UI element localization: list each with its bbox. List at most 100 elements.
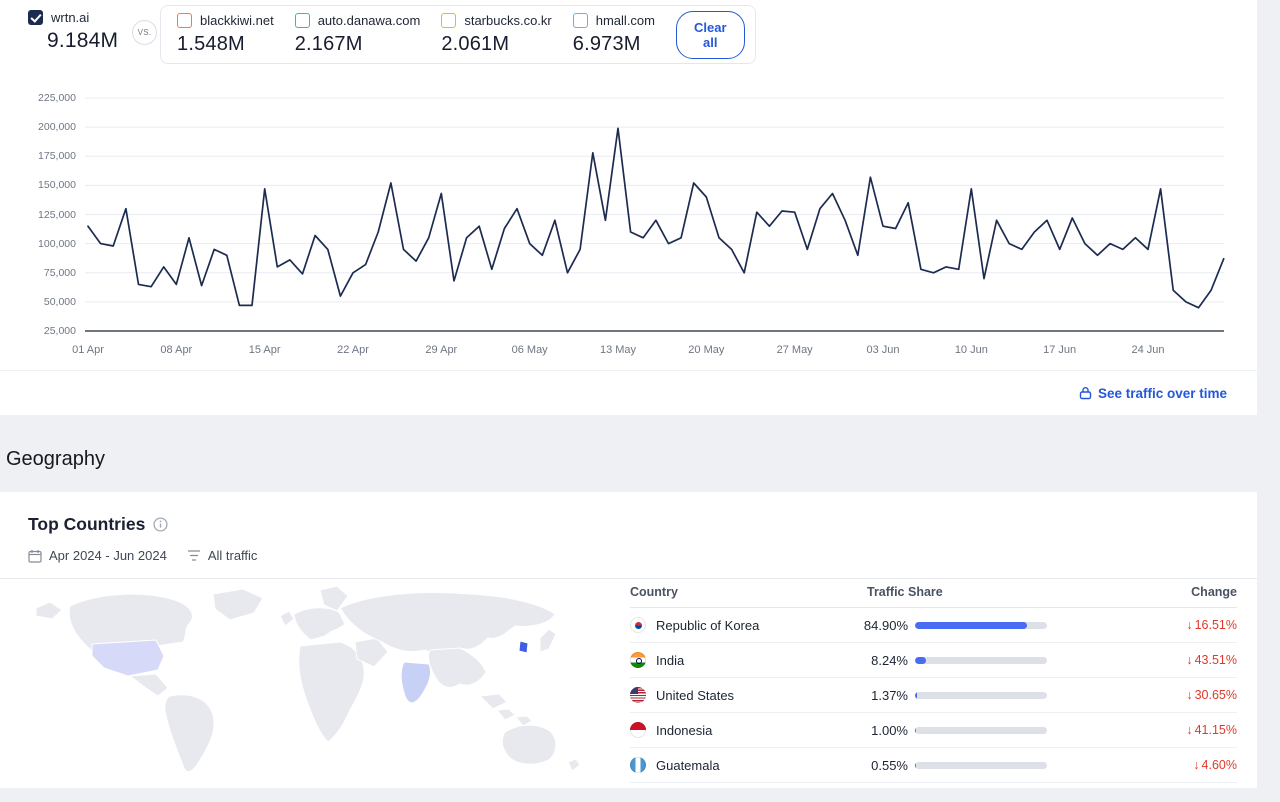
change-column-header: Change xyxy=(1191,585,1237,599)
country-row[interactable]: Republic of Korea 84.90% ↓ 16.51% xyxy=(630,608,1237,643)
change-down-arrow-icon: ↓ xyxy=(1186,688,1193,702)
x-axis-label: 06 May xyxy=(511,344,548,356)
clear-all-button[interactable]: Clear all xyxy=(676,10,745,59)
competitor-label[interactable]: hmall.com xyxy=(596,13,655,28)
calendar-icon xyxy=(28,549,42,563)
y-axis-label: 50,000 xyxy=(43,295,76,308)
traffic-share-bar xyxy=(915,656,1047,664)
change-cell: ↓ 4.60% xyxy=(1047,758,1237,772)
y-axis-label: 100,000 xyxy=(38,237,76,250)
x-axis-label: 29 Apr xyxy=(425,344,458,356)
traffic-share-bar xyxy=(915,621,1047,629)
traffic-compare-card: wrtn.ai 9.184M VS. blackkiwi.net 1.548M … xyxy=(0,0,1257,415)
flag-republic-of-korea-icon xyxy=(630,617,646,633)
geography-section-gap: Geography xyxy=(0,415,1257,492)
x-axis-label: 17 Jun xyxy=(1043,344,1077,356)
competitor-value: 1.548M xyxy=(177,33,245,55)
country-row[interactable]: India 8.24% ↓ 43.51% xyxy=(630,643,1237,678)
competitor-checkbox[interactable] xyxy=(572,13,588,28)
map-republic-of-korea xyxy=(518,640,529,654)
y-axis-label: 200,000 xyxy=(38,121,76,134)
flag-india-icon xyxy=(630,652,646,668)
country-name: India xyxy=(656,652,685,668)
change-down-arrow-icon: ↓ xyxy=(1186,618,1193,632)
date-range: Apr 2024 - Jun 2024 xyxy=(28,548,167,563)
filter-icon xyxy=(187,550,200,561)
lock-icon xyxy=(1079,387,1092,400)
y-axis-label: 175,000 xyxy=(38,150,76,163)
top-countries-meta: Apr 2024 - Jun 2024 All traffic xyxy=(28,548,257,563)
y-axis-label: 75,000 xyxy=(43,266,76,279)
competitor-value: 6.973M xyxy=(572,33,641,55)
competitor-chip: starbucks.co.kr 2.061M xyxy=(441,13,552,56)
change-value: 30.65% xyxy=(1194,688,1237,702)
date-range-label: Apr 2024 - Jun 2024 xyxy=(49,548,167,563)
primary-site-checkbox[interactable] xyxy=(28,10,43,25)
chart-card-footer: See traffic over time xyxy=(0,370,1257,415)
top-countries-card: Top Countries Apr 2024 - Jun 2024 All tr… xyxy=(0,492,1257,788)
top-countries-title: Top Countries xyxy=(28,514,146,534)
change-value: 4.60% xyxy=(1201,758,1237,772)
traffic-share-value: 1.37% xyxy=(871,687,908,703)
country-column-header: Country xyxy=(630,585,678,599)
divider xyxy=(0,578,1257,579)
y-axis-label: 125,000 xyxy=(38,208,76,221)
primary-site-label[interactable]: wrtn.ai xyxy=(51,10,89,25)
see-traffic-over-time-link[interactable]: See traffic over time xyxy=(1079,386,1227,401)
flag-indonesia-icon xyxy=(630,722,646,738)
x-axis-label: 27 May xyxy=(776,344,813,356)
top-countries-table: Country Traffic Share Change Republic of… xyxy=(630,580,1237,783)
change-cell: ↓ 30.65% xyxy=(1047,688,1237,702)
change-down-arrow-icon: ↓ xyxy=(1193,758,1200,772)
country-row[interactable]: Guatemala 0.55% ↓ 4.60% xyxy=(630,748,1237,783)
traffic-line xyxy=(87,127,1225,309)
traffic-filter: All traffic xyxy=(187,548,258,563)
x-axis-label: 24 Jun xyxy=(1131,344,1165,356)
traffic-share-value: 0.55% xyxy=(871,757,908,773)
x-axis-label: 15 Apr xyxy=(248,344,281,356)
traffic-line-chart[interactable]: 225,000 200,000 175,000 150,000 125,000 100,0… xyxy=(0,90,1257,365)
flag-guatemala-icon xyxy=(630,757,646,773)
competitor-chip: blackkiwi.net 1.548M xyxy=(177,13,274,56)
see-traffic-over-time-label: See traffic over time xyxy=(1097,385,1227,401)
competitor-chip: hmall.com 6.973M xyxy=(572,13,655,56)
page: wrtn.ai 9.184M VS. blackkiwi.net 1.548M … xyxy=(0,0,1257,802)
traffic-share-bar xyxy=(915,726,1047,734)
traffic-share-bar xyxy=(915,691,1047,699)
traffic-share-value: 1.00% xyxy=(871,722,908,738)
country-row[interactable]: United States 1.37% ↓ 30.65% xyxy=(630,678,1237,713)
traffic-filter-label: All traffic xyxy=(207,548,258,563)
traffic-share-column-header: Traffic Share xyxy=(867,585,943,599)
competitor-chip: auto.danawa.com 2.167M xyxy=(294,13,421,56)
primary-site-value: 9.184M xyxy=(47,29,119,52)
country-name: Guatemala xyxy=(656,757,720,773)
change-value: 43.51% xyxy=(1194,653,1237,667)
change-down-arrow-icon: ↓ xyxy=(1186,653,1193,667)
competitor-label[interactable]: blackkiwi.net xyxy=(200,13,274,28)
x-axis-label: 13 May xyxy=(599,344,637,356)
country-name: Indonesia xyxy=(656,722,713,738)
country-row[interactable]: Indonesia 1.00% ↓ 41.15% xyxy=(630,713,1237,748)
competitor-label[interactable]: starbucks.co.kr xyxy=(464,13,551,28)
traffic-share-value: 84.90% xyxy=(863,617,908,633)
y-axis-label: 25,000 xyxy=(43,325,76,337)
info-icon[interactable] xyxy=(153,517,168,532)
competitor-checkbox[interactable] xyxy=(441,13,457,28)
x-axis-label: 01 Apr xyxy=(72,344,104,356)
bottom-gap xyxy=(0,788,1257,802)
change-cell: ↓ 41.15% xyxy=(1047,723,1237,737)
flag-united-states-icon xyxy=(630,687,646,703)
table-header: Country Traffic Share Change xyxy=(630,580,1237,608)
traffic-share-value: 8.24% xyxy=(871,652,908,668)
country-name: Republic of Korea xyxy=(656,617,760,633)
competitors-box: blackkiwi.net 1.548M auto.danawa.com 2.1… xyxy=(160,5,756,64)
competitor-value: 2.061M xyxy=(441,33,510,55)
country-name: United States xyxy=(656,687,735,703)
change-cell: ↓ 43.51% xyxy=(1047,653,1237,667)
competitor-checkbox[interactable] xyxy=(177,13,192,28)
competitor-checkbox[interactable] xyxy=(294,13,310,28)
change-cell: ↓ 16.51% xyxy=(1047,618,1237,632)
map-india xyxy=(400,661,432,704)
world-map[interactable] xyxy=(8,584,618,784)
competitor-label[interactable]: auto.danawa.com xyxy=(318,13,421,28)
